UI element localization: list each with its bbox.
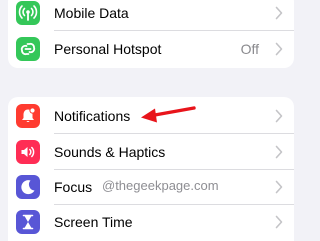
chevron-right-icon <box>275 180 283 194</box>
antenna-icon <box>16 1 40 25</box>
chain-link-icon <box>16 37 40 61</box>
separator <box>54 133 294 134</box>
moon-icon <box>16 175 40 199</box>
settings-row-screen-time[interactable]: Screen Time <box>8 205 294 239</box>
chevron-right-icon <box>275 6 283 20</box>
separator <box>54 30 294 31</box>
settings-row-sounds-haptics[interactable]: Sounds & Haptics <box>8 135 294 169</box>
settings-row-personal-hotspot[interactable]: Personal Hotspot Off <box>8 32 294 66</box>
settings-row-mobile-data[interactable]: Mobile Data <box>8 0 294 30</box>
red-arrow-icon <box>141 106 196 123</box>
mobile-data-label: Mobile Data <box>54 5 129 21</box>
personal-hotspot-label: Personal Hotspot <box>54 41 162 57</box>
focus-label: Focus <box>54 179 93 195</box>
speaker-icon <box>16 140 40 164</box>
bell-icon <box>16 104 40 128</box>
chevron-right-icon <box>275 42 283 56</box>
hourglass-icon <box>16 210 40 234</box>
settings-group-connectivity: Mobile Data Personal Hotspot Off <box>8 0 294 68</box>
notifications-label: Notifications <box>54 108 131 124</box>
chevron-right-icon <box>275 109 283 123</box>
watermark-text: @thegeekpage.com <box>102 178 219 193</box>
chevron-right-icon <box>275 145 283 159</box>
personal-hotspot-value: Off <box>240 41 259 57</box>
sounds-haptics-label: Sounds & Haptics <box>54 144 166 160</box>
screen-time-label: Screen Time <box>54 214 133 230</box>
chevron-right-icon <box>275 215 283 229</box>
